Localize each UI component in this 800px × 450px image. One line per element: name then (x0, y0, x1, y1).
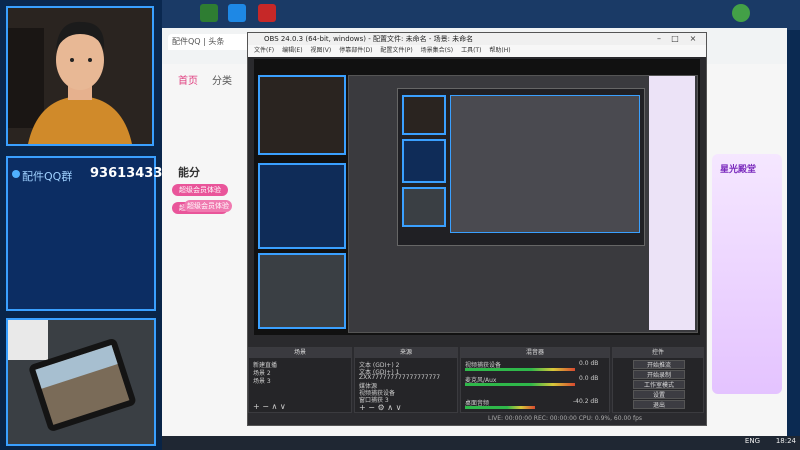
add-scene-button[interactable]: + − ∧ ∨ (253, 402, 286, 411)
minimize-icon[interactable]: – (654, 34, 664, 44)
obs-preview-canvas[interactable] (254, 59, 700, 335)
preview-qq-panel (258, 163, 346, 249)
mixer-header: 混音器 (461, 348, 609, 358)
windows-taskbar: ENG 18:24 (162, 436, 800, 450)
menu-view[interactable]: 视图(V) (310, 47, 331, 54)
clock[interactable]: 18:24 (776, 437, 796, 445)
sources-header: 来源 (355, 348, 457, 358)
phone-game-image (8, 320, 154, 444)
qq-group-number: 936134330 (90, 166, 172, 181)
sources-dock: 来源 文本 (GDI+) 2 文本 (GDI+) 1 ZXX7777777777… (354, 347, 458, 413)
vip-pill-1[interactable]: 超级会员体验 (172, 184, 228, 196)
qq-group-panel: 配件QQ群 936134330 (6, 156, 171, 311)
obs-title-bar: OBS 24.0.3 (64-bit, windows) - 配置文件: 未命名… (248, 33, 706, 45)
menu-edit[interactable]: 编辑(E) (282, 47, 302, 54)
app-icon[interactable] (228, 4, 246, 22)
preview-phone (258, 253, 346, 329)
controls-dock: 控件 开始推流 开始录制 工作室模式 设置 退出 (612, 347, 704, 413)
start-streaming-button[interactable]: 开始推流 (633, 360, 685, 369)
menu-docks[interactable]: 停靠部件(D) (339, 47, 372, 54)
browser-tab[interactable]: 配件QQ | 头条 (168, 34, 258, 50)
preview-nested-phone (402, 187, 446, 227)
obs-docks: 场景 新建直播 场景 2 场景 3 + − ∧ ∨ 来源 文本 (GDI+) 2… (248, 347, 706, 425)
scenes-dock: 场景 新建直播 场景 2 场景 3 + − ∧ ∨ (248, 347, 352, 413)
scenes-header: 场景 (249, 348, 351, 358)
maximize-icon[interactable]: □ (670, 34, 680, 44)
mixer-channel-db: -40.2 dB (573, 398, 599, 405)
audio-meter (465, 406, 535, 409)
start-recording-button[interactable]: 开始录制 (633, 370, 685, 379)
preview-screen-capture (348, 75, 698, 333)
obs-status-bar: LIVE: 00:00:00 REC: 00:00:00 CPU: 0.9%, … (248, 413, 706, 425)
wechat-icon[interactable] (732, 4, 750, 22)
preview-nested-qq (402, 139, 446, 183)
controls-header: 控件 (613, 348, 703, 358)
taskbar-top-strip (162, 0, 800, 30)
qq-group-label: 配件QQ群 (22, 170, 73, 183)
scene-item[interactable]: 场景 3 (253, 376, 271, 385)
settings-button[interactable]: 设置 (633, 390, 685, 399)
preview-nested-screen (450, 95, 640, 233)
spreadsheet-app-icon[interactable] (200, 4, 218, 22)
menu-scene-collection[interactable]: 场景集合(S) (421, 47, 454, 54)
webcam-frame (6, 6, 154, 146)
preview-webcam (258, 75, 346, 155)
studio-mode-button[interactable]: 工作室模式 (633, 380, 685, 389)
obs-window: OBS 24.0.3 (64-bit, windows) - 配置文件: 未命名… (247, 32, 707, 426)
preview-nested-obs (397, 88, 645, 246)
vip-pill-3[interactable]: 超级会员体验 (184, 200, 232, 212)
source-item[interactable]: ZXX777777777777777777 (359, 374, 440, 381)
section-title: 能分 (178, 166, 200, 179)
menu-tools[interactable]: 工具(T) (461, 47, 481, 54)
mixer-channel-db: 0.0 dB (579, 360, 599, 367)
exit-button[interactable]: 退出 (633, 400, 685, 409)
promo-sidebar[interactable]: 星光殿堂 (712, 154, 782, 394)
qq-icon (12, 170, 20, 178)
language-indicator[interactable]: ENG (745, 437, 760, 445)
pdf-app-icon[interactable] (258, 4, 276, 22)
nav-category-link[interactable]: 分类 (212, 72, 232, 87)
menu-profile[interactable]: 配置文件(P) (380, 47, 412, 54)
preview-nested-webcam (402, 95, 446, 135)
phone-camera-frame (6, 318, 156, 446)
nav-home-link[interactable]: 首页 (178, 72, 198, 87)
audio-meter (465, 383, 575, 386)
preview-browser-side (649, 76, 695, 330)
menu-help[interactable]: 帮助(H) (489, 47, 510, 54)
webcam-person-image (8, 8, 152, 144)
mixer-channel-db: 0.0 dB (579, 375, 599, 382)
status-text: LIVE: 00:00:00 REC: 00:00:00 CPU: 0.9%, … (488, 415, 643, 422)
mixer-dock: 混音器 视频捕获设备 0.0 dB 麦克风/Aux 0.0 dB 桌面音频 -4… (460, 347, 610, 413)
audio-meter (465, 368, 575, 371)
menu-file[interactable]: 文件(F) (254, 47, 274, 54)
close-icon[interactable]: × (688, 34, 698, 44)
promo-title: 星光殿堂 (720, 165, 757, 175)
obs-menu-bar: 文件(F) 编辑(E) 视图(V) 停靠部件(D) 配置文件(P) 场景集合(S… (248, 45, 706, 57)
add-source-button[interactable]: + − ⚙ ∧ ∨ (359, 403, 401, 412)
